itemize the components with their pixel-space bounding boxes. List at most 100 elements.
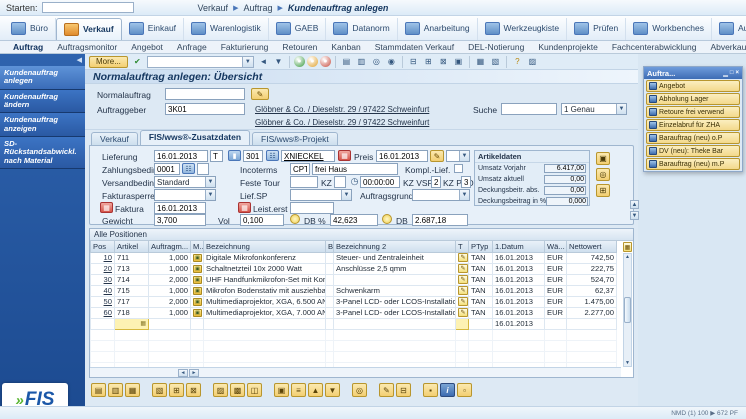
payer-person-icon[interactable]: ☷ (182, 163, 195, 174)
text-pencil-icon[interactable]: ✎ (458, 308, 468, 317)
cell-bez[interactable] (326, 296, 334, 307)
cell-me[interactable]: ▣ (191, 307, 204, 318)
menu-item-kundenprojekte[interactable]: Kundenprojekte (531, 42, 605, 52)
komplettlieferung-checkbox[interactable] (454, 164, 463, 173)
entry-cell[interactable] (567, 318, 617, 329)
shortcut-button-barauftrag-neu-o-p[interactable]: Barauftrag (neu) o.P (646, 132, 740, 144)
copy-icon[interactable]: ▥ (355, 56, 368, 68)
cell-menge[interactable]: 1,000 (149, 285, 191, 296)
cell-text[interactable]: ✎ (456, 263, 469, 274)
entry-artikel-cell[interactable]: ▦ (115, 318, 149, 329)
cell-bezeichnung[interactable]: Mikrofon Bodenstativ mit ausziehbarem (204, 285, 326, 296)
cell-me[interactable]: ▣ (191, 252, 204, 263)
ribbon-tab-datanorm[interactable]: Datanorm (326, 18, 397, 40)
next-page-icon[interactable]: ⊠ (437, 56, 450, 68)
cell-datum[interactable]: 16.01.2013 (493, 252, 545, 263)
cell-text[interactable]: ✎ (456, 285, 469, 296)
cell-waehrung[interactable]: EUR (545, 285, 567, 296)
menu-item-anfrage[interactable]: Anfrage (170, 42, 214, 52)
item-toolbar-icon[interactable]: ◫ (247, 383, 262, 397)
auftraggeber-input[interactable] (165, 103, 245, 115)
cell-me[interactable]: ▣ (191, 285, 204, 296)
cell-nettowert[interactable]: 62,37 (567, 285, 617, 296)
breadcrumb-item-kundenauftrag-anlegen[interactable]: Kundenauftrag anlegen (288, 3, 389, 13)
route-input[interactable] (243, 150, 263, 162)
partner-input[interactable] (281, 150, 335, 162)
entry-row[interactable]: ▦ 16.01.2013 (91, 318, 617, 329)
cancel-ball-icon[interactable]: ● (320, 56, 331, 67)
item-toolbar-icon[interactable]: ▦ (125, 383, 140, 397)
customize-icon[interactable]: ▨ (526, 56, 539, 68)
gewicht-input[interactable] (154, 214, 206, 226)
menu-item-auftragsmonitor[interactable]: Auftragsmonitor (50, 42, 124, 52)
entry-cell[interactable] (91, 318, 115, 329)
save-icon[interactable]: ▼ (272, 56, 285, 68)
leist-erst-input[interactable] (290, 202, 334, 214)
table-row[interactable]: 107111,000▣Digitale MikrofonkonferenzSte… (91, 252, 617, 263)
ribbon-tab-anarbeitung[interactable]: Anarbeitung (398, 18, 478, 40)
cell-ptyp[interactable]: TAN (469, 263, 493, 274)
entry-cell[interactable]: 16.01.2013 (493, 318, 545, 329)
menu-item-fakturierung[interactable]: Fakturierung (214, 42, 276, 52)
cell-pos[interactable]: 60 (91, 307, 115, 318)
kz-input[interactable] (334, 176, 346, 188)
cell-bezeichnung2[interactable]: 3-Panel LCD- oder LCOS-Installationsproj (334, 296, 456, 307)
ribbon-tab-büro[interactable]: Büro (4, 18, 56, 40)
column-header-m[interactable]: M... (191, 241, 204, 252)
cell-nettowert[interactable]: 1.475,00 (567, 296, 617, 307)
find-icon[interactable]: ◎ (370, 56, 383, 68)
lieferung-t-input[interactable] (210, 150, 223, 162)
item-toolbar-icon[interactable]: ≡ (291, 383, 306, 397)
item-toolbar-icon[interactable]: ▲ (308, 383, 323, 397)
lief-sp-select[interactable]: ▼ (290, 189, 352, 201)
breadcrumb-item-verkauf[interactable]: Verkauf (198, 3, 229, 13)
kz-vsf-input[interactable] (431, 176, 441, 188)
item-toolbar-icon[interactable]: ▧ (152, 383, 167, 397)
unit-box-icon[interactable]: ▣ (193, 298, 202, 306)
cell-bezeichnung2[interactable]: Anschlüsse 2,5 qmm (334, 263, 456, 274)
cell-datum[interactable]: 16.01.2013 (493, 285, 545, 296)
genau-combo[interactable]: 1 Genau ▼ (561, 103, 627, 115)
cell-waehrung[interactable]: EUR (545, 296, 567, 307)
cell-text[interactable]: ✎ (456, 252, 469, 263)
cell-bez[interactable] (326, 285, 334, 296)
text-pencil-icon[interactable]: ✎ (458, 253, 468, 262)
text-pencil-icon[interactable]: ✎ (458, 264, 468, 273)
help-icon[interactable]: ? (511, 56, 524, 68)
suche-input[interactable] (501, 103, 557, 115)
table-settings-icon[interactable]: ▦ (623, 242, 632, 252)
column-header-ptyp[interactable]: PTyp (469, 241, 493, 252)
cell-bezeichnung[interactable]: Digitale Mikrofonkonferenz (204, 252, 326, 263)
cell-bez[interactable] (326, 263, 334, 274)
column-header-1-datum[interactable]: 1.Datum (493, 241, 545, 252)
lock-icon[interactable]: ▣ (596, 152, 610, 165)
scroll-up-icon[interactable]: ▲ (625, 254, 630, 260)
cell-me[interactable]: ▣ (191, 263, 204, 274)
shortcut-button-abholung-lager[interactable]: Abholung Lager (646, 93, 740, 105)
text-pencil-icon[interactable]: ✎ (458, 275, 468, 284)
scroll-down-icon[interactable]: ▼ (625, 360, 630, 366)
cell-ptyp[interactable]: TAN (469, 285, 493, 296)
fakturasperre-select[interactable]: ▼ (154, 189, 216, 201)
info-icon[interactable]: i (440, 383, 455, 397)
sidebar-item-kundenauftrag-ändern[interactable]: Kundenauftrag ändern (0, 90, 85, 114)
item-toolbar-icon[interactable]: ▣ (274, 383, 289, 397)
unit-box-icon[interactable]: ▣ (193, 265, 202, 273)
cell-bezeichnung[interactable]: Schaltnetzteil 10x 2000 Watt (204, 263, 326, 274)
scroll-right-icon[interactable]: ► (189, 369, 199, 377)
item-toolbar-icon[interactable]: ▼ (325, 383, 340, 397)
unit-box-icon[interactable]: ▣ (193, 276, 202, 284)
scrollbar-thumb[interactable] (624, 297, 631, 323)
feste-tour-input[interactable] (290, 176, 318, 188)
item-toolbar-icon[interactable]: ◎ (352, 383, 367, 397)
column-header-bezeichnung[interactable]: Bezeichnung (204, 241, 326, 252)
vertical-scrollbar[interactable]: ▲ ▼ (623, 253, 632, 367)
cell-artikel[interactable]: 714 (115, 274, 149, 285)
sidebar-item-kundenauftrag-anzeigen[interactable]: Kundenauftrag anzeigen (0, 113, 85, 137)
cell-ptyp[interactable]: TAN (469, 296, 493, 307)
kz-pkdl-input[interactable] (461, 176, 471, 188)
cell-bezeichnung2[interactable]: Schwenkarm (334, 285, 456, 296)
column-header-bez[interactable]: Bez... (326, 241, 334, 252)
entry-cell[interactable] (326, 318, 334, 329)
item-toolbar-icon[interactable]: ⊠ (186, 383, 201, 397)
